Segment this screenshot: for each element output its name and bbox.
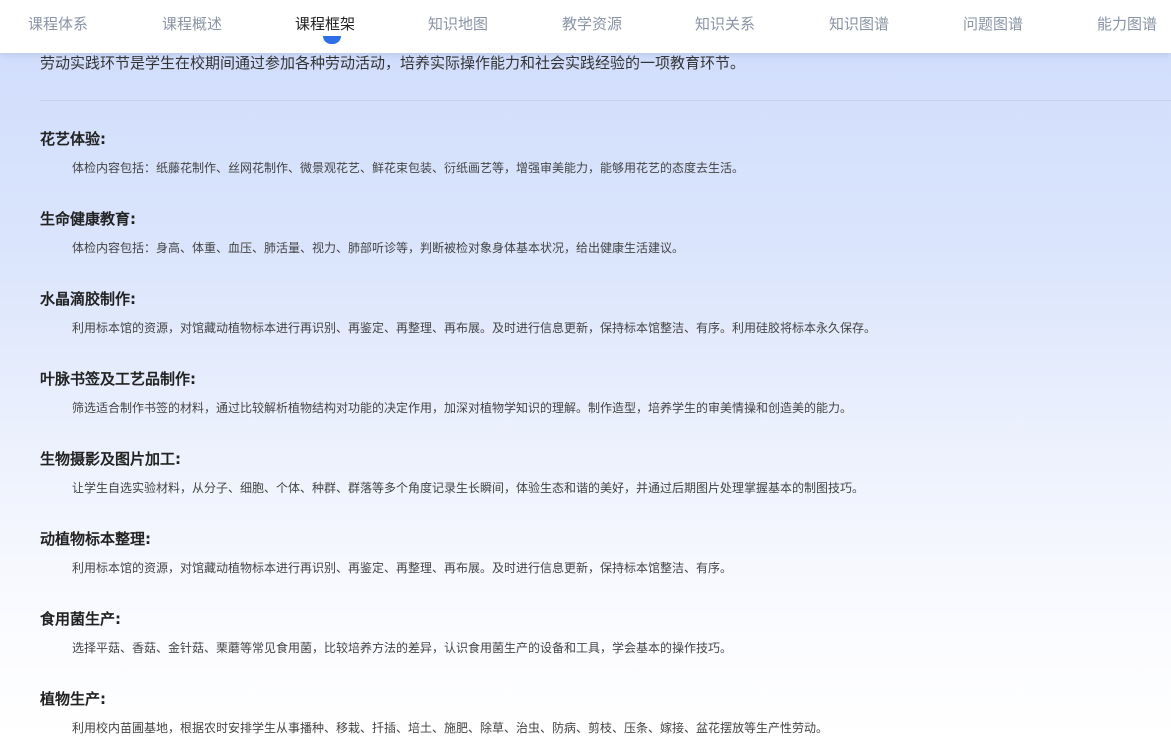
tab-teaching-resources[interactable]: 教学资源 — [562, 0, 622, 48]
section-title: 动植物标本整理: — [40, 530, 151, 548]
section-title: 花艺体验: — [40, 130, 106, 148]
section-title: 食用菌生产: — [40, 610, 121, 628]
tab-knowledge-map[interactable]: 知识地图 — [428, 0, 488, 48]
tab-question-graph[interactable]: 问题图谱 — [963, 0, 1023, 48]
section-title: 叶脉书签及工艺品制作: — [40, 370, 196, 388]
intro-text: 劳动实践环节是学生在校期间通过参加各种劳动活动，培养实际操作能力和社会实践经验的… — [40, 54, 746, 72]
section-desc: 体检内容包括：纸藤花制作、丝网花制作、微景观花艺、鲜花束包装、衍纸画艺等，增强审… — [72, 161, 745, 175]
section-desc: 筛选适合制作书签的材料，通过比较解析植物结构对功能的决定作用，加深对植物学知识的… — [72, 401, 853, 415]
section-desc: 利用标本馆的资源，对馆藏动植物标本进行再识别、再鉴定、再整理、再布展。及时进行信… — [72, 321, 877, 335]
tab-course-system[interactable]: 课程体系 — [28, 0, 88, 48]
tab-knowledge-graph[interactable]: 知识图谱 — [829, 0, 889, 48]
section-desc: 选择平菇、香菇、金针菇、栗蘑等常见食用菌，比较培养方法的差异，认识食用菌生产的设… — [72, 641, 733, 655]
section-title: 植物生产: — [40, 690, 106, 708]
section-title: 水晶滴胶制作: — [40, 290, 136, 308]
tab-course-overview[interactable]: 课程概述 — [162, 0, 222, 48]
tab-knowledge-relations[interactable]: 知识关系 — [695, 0, 755, 48]
section-desc: 体检内容包括：身高、体重、血压、肺活量、视力、肺部听诊等，判断被检对象身体基本状… — [72, 241, 685, 255]
divider — [40, 100, 1171, 101]
section-desc: 利用标本馆的资源，对馆藏动植物标本进行再识别、再鉴定、再整理、再布展。及时进行信… — [72, 561, 733, 575]
section-title: 生物摄影及图片加工: — [40, 450, 181, 468]
top-nav: 课程体系 课程概述 课程框架 知识地图 教学资源 知识关系 知识图谱 问题图谱 … — [0, 0, 1171, 53]
section-desc: 让学生自选实验材料，从分子、细胞、个体、种群、群落等多个角度记录生长瞬间，体验生… — [72, 481, 865, 495]
tab-ability-graph[interactable]: 能力图谱 — [1097, 0, 1157, 48]
section-title: 生命健康教育: — [40, 210, 136, 228]
section-desc: 利用校内苗圃基地，根据农时安排学生从事播种、移栽、扦插、培土、施肥、除草、治虫、… — [72, 721, 829, 735]
